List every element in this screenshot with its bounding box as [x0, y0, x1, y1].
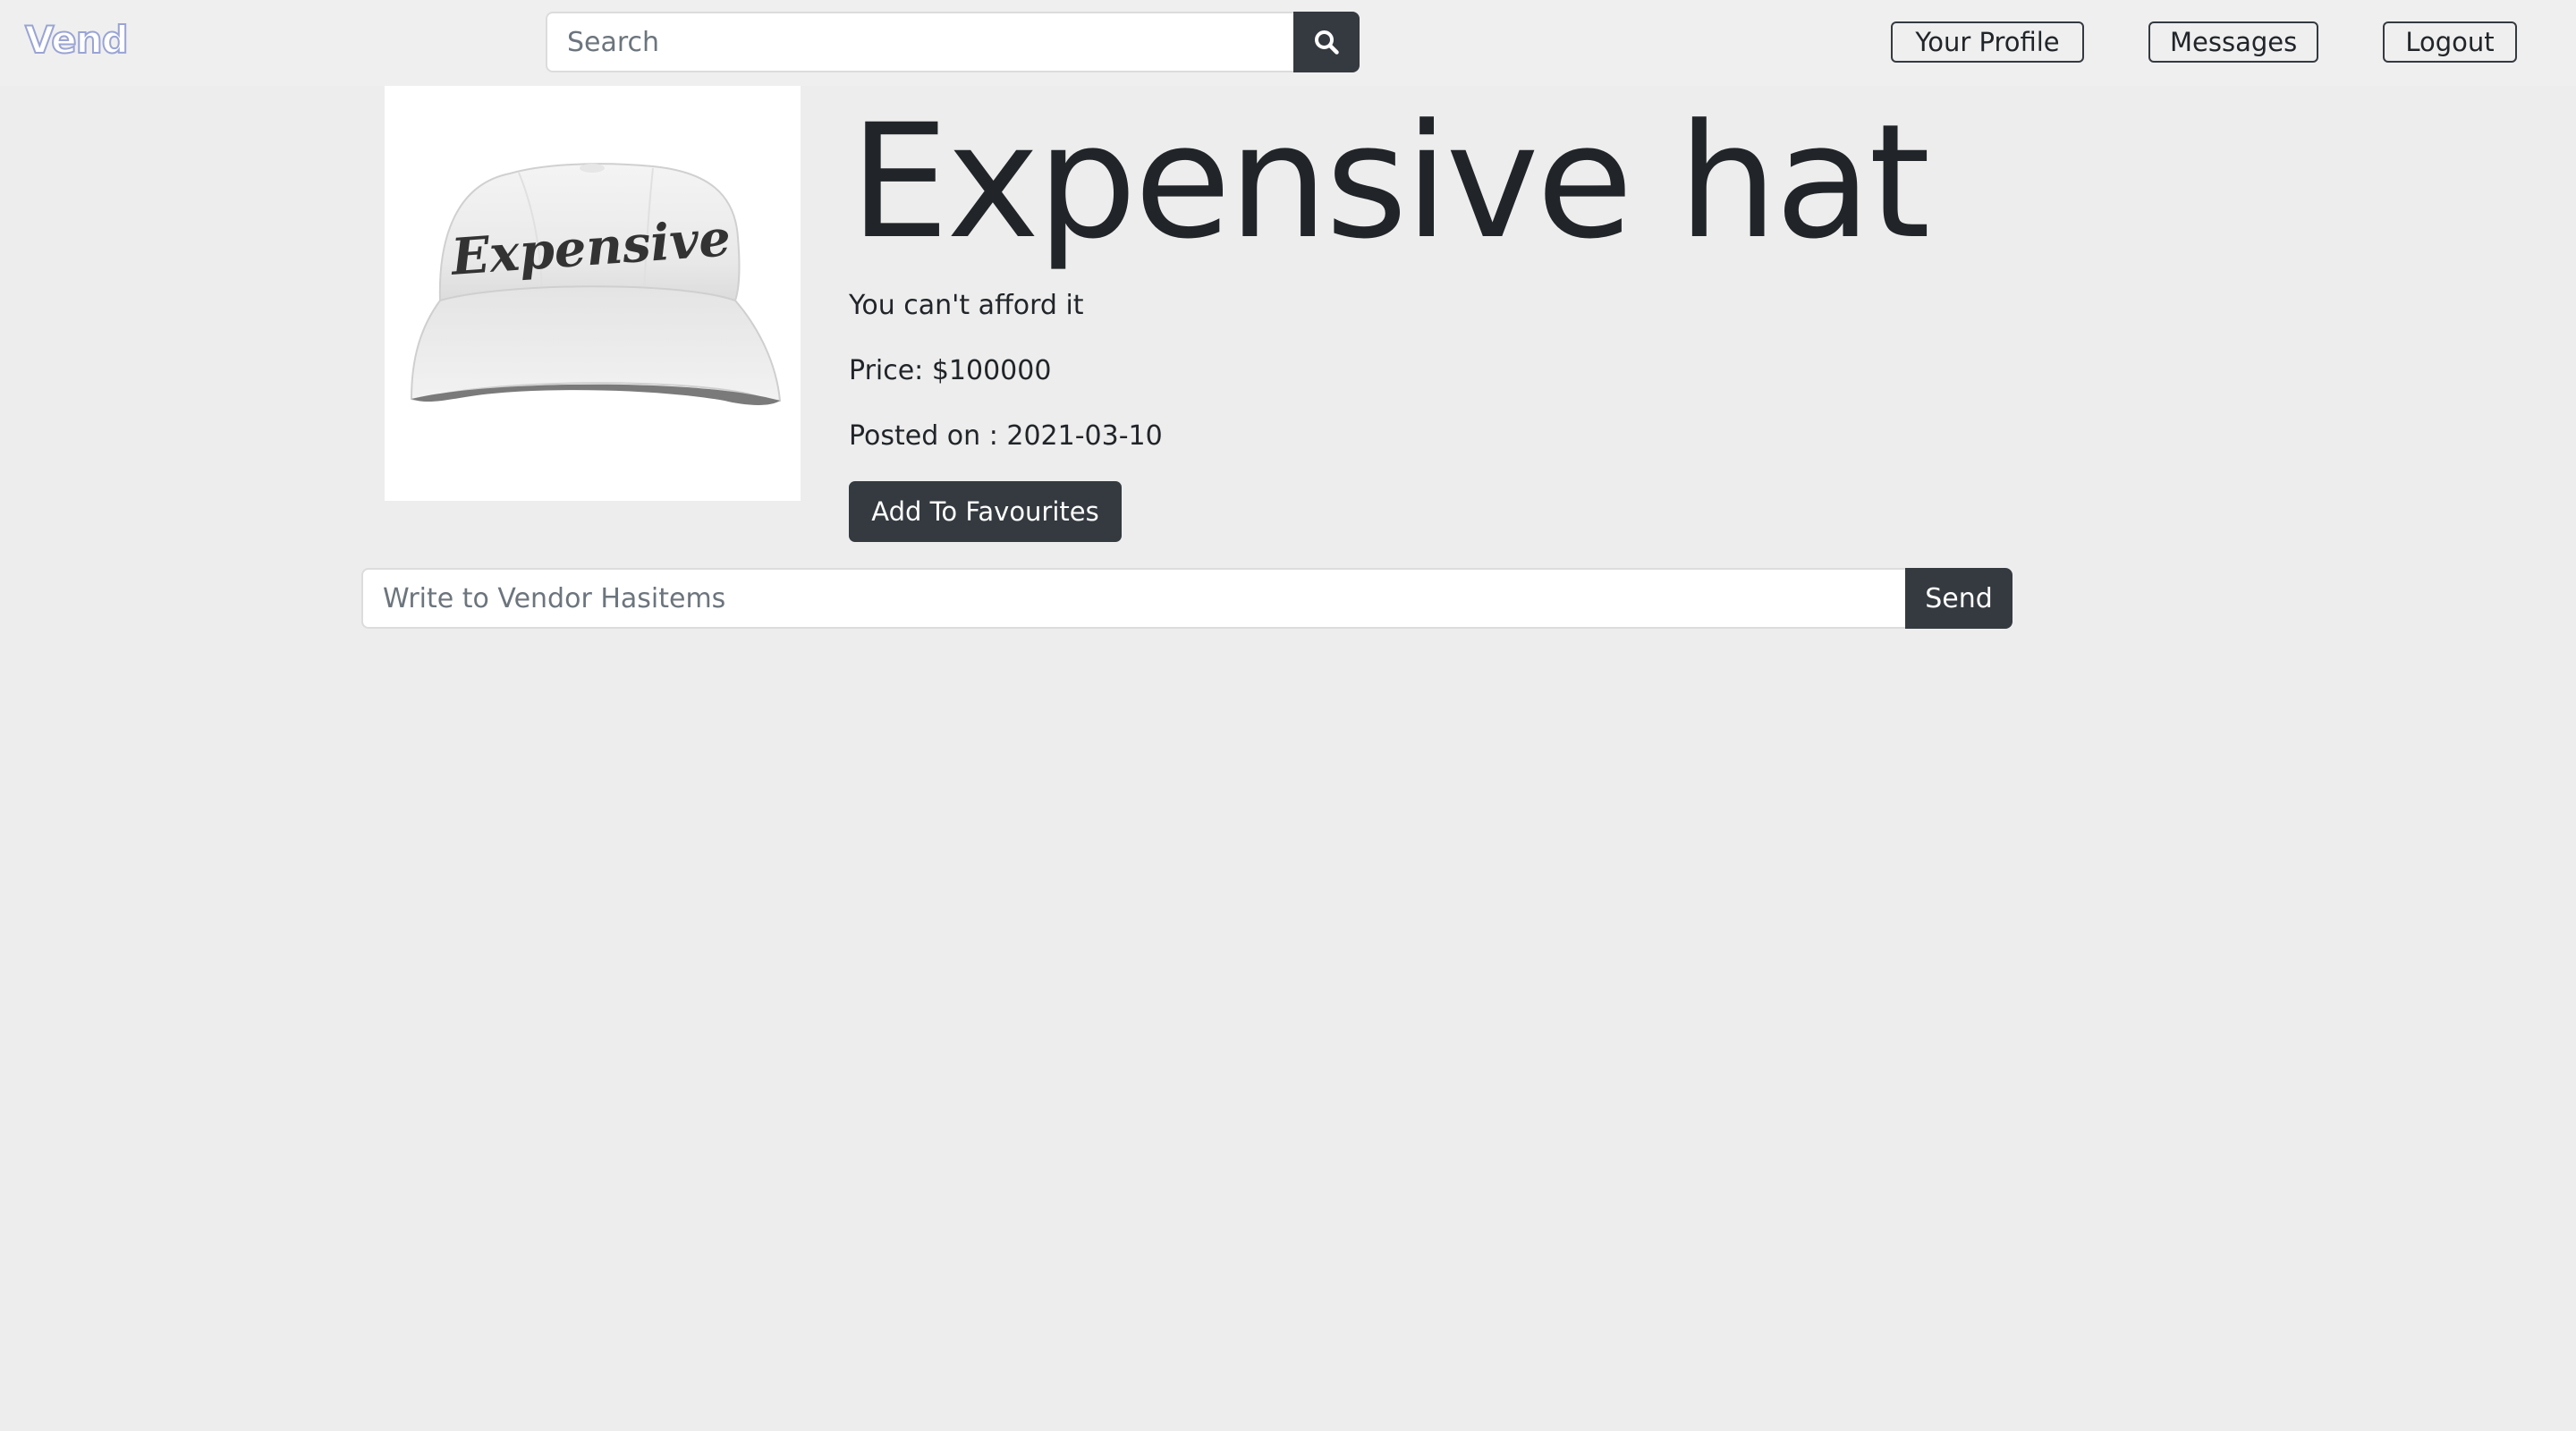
brand-logo[interactable]: Vend: [24, 17, 130, 63]
product-image: Expensive: [385, 86, 801, 501]
product-posted-date: Posted on : 2021-03-10: [849, 420, 1163, 452]
messages-button[interactable]: Messages: [2148, 21, 2318, 63]
send-button[interactable]: Send: [1905, 568, 2012, 629]
page: Vend Your Profile Messages Logout: [0, 0, 2576, 1431]
your-profile-button[interactable]: Your Profile: [1891, 21, 2084, 63]
add-to-favourites-button[interactable]: Add To Favourites: [849, 481, 1122, 542]
search-bar: [546, 12, 1360, 72]
product-price: Price: $100000: [849, 355, 1052, 386]
search-icon: [1315, 30, 1339, 55]
product-description: You can't afford it: [849, 290, 1084, 321]
cap-illustration: Expensive: [410, 163, 782, 405]
logout-button[interactable]: Logout: [2383, 21, 2517, 63]
product-title: Expensive hat: [850, 90, 1930, 274]
top-navbar: Vend Your Profile Messages Logout: [0, 0, 2576, 86]
vendor-message-input[interactable]: [361, 568, 1905, 629]
search-button[interactable]: [1293, 12, 1360, 72]
search-input[interactable]: [546, 12, 1293, 72]
